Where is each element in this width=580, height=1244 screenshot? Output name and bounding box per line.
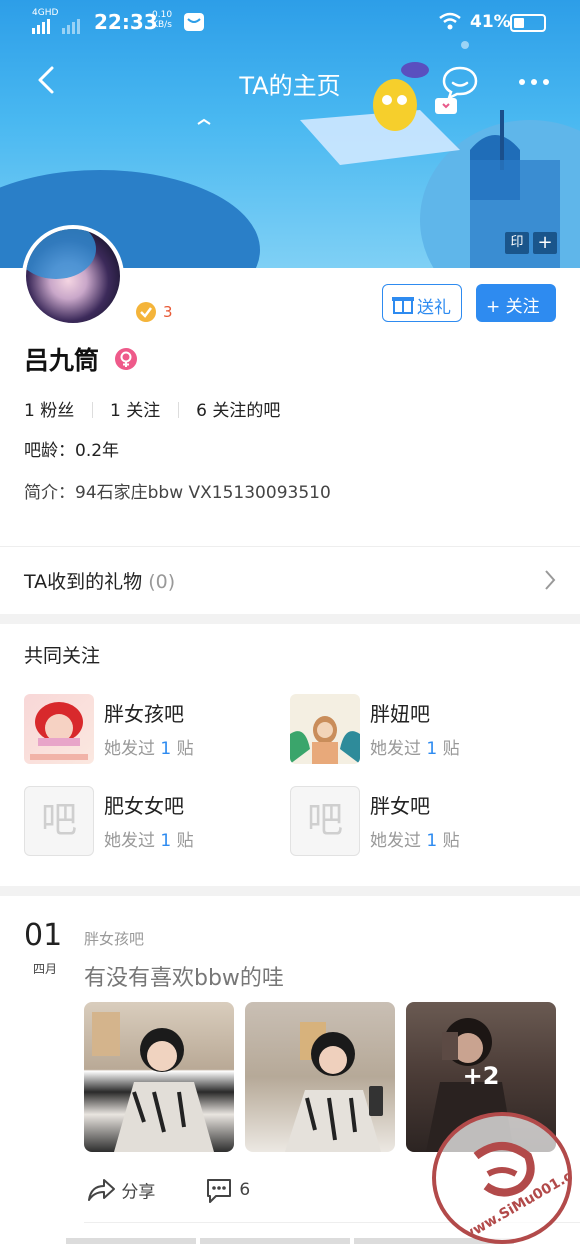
notification-icon [184,13,204,31]
forum-item[interactable]: 胖妞吧 她发过 1 贴 [290,694,550,770]
more-dots-icon [519,79,549,85]
posts-prefix: 她发过 [104,739,155,759]
forum-item[interactable]: 吧 胖女吧 她发过 1 贴 [290,786,550,862]
site-watermark: www.SiMu001.cn [432,1112,572,1244]
female-icon [115,348,137,370]
avatar-hair [26,229,96,279]
forum-post-count: 她发过 1 贴 [370,826,460,851]
wifi-icon [439,12,461,30]
post-date-month: 四月 [33,962,58,976]
posts-suffix: 贴 [176,739,194,759]
posts-suffix: 贴 [442,739,460,759]
battery-icon [510,14,546,32]
share-label: 分享 [121,1182,156,1203]
more-photos-count: +2 [462,1062,500,1090]
received-gifts-row[interactable]: TA收到的礼物 (0) [0,547,580,613]
next-post-edge [200,1238,350,1244]
forum-name: 胖女孩吧 [104,702,184,726]
forum-post-count: 她发过 1 贴 [104,826,194,851]
received-gifts-count: (0) [148,571,176,593]
posts-number: 1 [426,831,438,851]
stats-divider [91,402,93,418]
posts-prefix: 她发过 [104,831,155,851]
clock: 22:33 [94,10,158,34]
forum-thumbnail-placeholder: 吧 [24,786,94,856]
add-badge[interactable]: + [533,232,557,254]
follow-label: + 关注 [486,297,540,317]
posts-prefix: 她发过 [370,739,421,759]
level-number: 3 [163,303,173,321]
signal-icon [32,19,80,34]
avatar[interactable] [22,225,124,327]
forum-item[interactable]: 胖女孩吧 她发过 1 贴 [24,694,284,770]
chevron-right-icon [545,570,556,590]
gift-icon [392,297,414,314]
section-divider [0,614,580,624]
followed-forums-count[interactable]: 6 关注的吧 [196,401,280,421]
received-gifts-title: TA收到的礼物 [24,571,143,593]
send-gift-button[interactable]: 送礼 [382,284,462,322]
comment-icon [207,1179,231,1203]
stamp-badge[interactable]: 印 [505,232,529,254]
forum-name: 胖女吧 [370,794,430,818]
page-title: TA的主页 [239,72,341,100]
forum-post-count: 她发过 1 贴 [370,734,460,759]
common-follow-title: 共同关注 [24,645,101,667]
section-divider [0,886,580,896]
profile-stats: 1 粉丝 1 关注 6 关注的吧 [24,396,280,421]
received-gifts-label: TA收到的礼物 (0) [24,567,175,594]
posts-suffix: 贴 [442,831,460,851]
speed-unit: KB/s [152,20,172,30]
comment-button[interactable]: 6 [204,1176,250,1208]
post-photo[interactable] [84,1002,234,1152]
bio: 简介：94石家庄bbw VX15130093510 [24,483,331,503]
speed-value: 0.10 [152,10,173,20]
forum-name: 胖妞吧 [370,702,430,726]
posts-number: 1 [160,739,172,759]
stats-divider [177,402,179,418]
forum-name: 肥女女吧 [104,794,184,818]
post-title[interactable]: 有没有喜欢bbw的哇 [84,960,284,992]
chat-bubble-icon [442,66,478,101]
forum-thumbnail-placeholder: 吧 [290,786,360,856]
posts-prefix: 她发过 [370,831,421,851]
posts-suffix: 贴 [176,831,194,851]
send-gift-label: 送礼 [417,298,451,318]
nav-bar: TA的主页 [0,54,580,108]
message-button[interactable] [440,62,480,102]
following-count[interactable]: 1 关注 [110,401,160,421]
comment-count: 6 [239,1180,251,1200]
username: 吕九筒 [24,346,100,375]
posts-number: 1 [426,739,438,759]
bar-age: 吧龄：0.2年 [24,441,120,461]
more-button[interactable] [512,62,556,102]
next-post-edge [66,1238,196,1244]
forum-thumbnail [290,694,360,764]
posts-number: 1 [160,831,172,851]
share-icon [88,1179,115,1201]
network-type: 4GHD [32,8,59,18]
post-date-day: 01 [24,918,63,953]
share-button[interactable]: 分享 [86,1176,155,1208]
network-speed: 0.10 KB/s [152,10,172,30]
status-bar: 4GHD 22:33 0.10 KB/s 41% [0,0,580,44]
follow-button[interactable]: + 关注 [476,284,556,322]
forum-post-count: 她发过 1 贴 [104,734,194,759]
post-photo[interactable] [245,1002,395,1152]
battery-percent: 41% [470,12,511,32]
forum-thumbnail [24,694,94,764]
forum-item[interactable]: 吧 肥女女吧 她发过 1 贴 [24,786,284,862]
level-icon [136,302,156,322]
fans-count[interactable]: 1 粉丝 [24,401,74,421]
post-forum-name[interactable]: 胖女孩吧 [84,928,144,949]
